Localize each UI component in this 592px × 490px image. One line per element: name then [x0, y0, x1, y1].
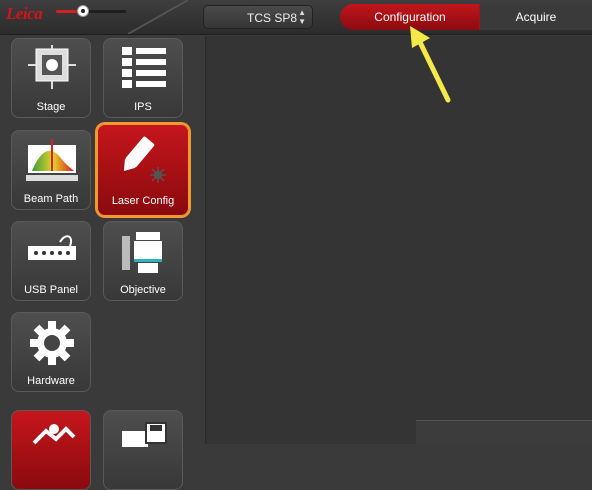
main-panel [205, 36, 592, 444]
save-disk-icon [122, 422, 167, 447]
tile-objective[interactable]: Objective [103, 221, 183, 301]
tile-label: Objective [120, 284, 166, 296]
tile-stage[interactable]: Stage [11, 38, 91, 118]
top-bar: Leica TCS SP8 ▲ ▼ Configuration Acquire [0, 0, 592, 35]
tile-hardware[interactable]: Hardware [11, 312, 91, 392]
partial-tool-icon [32, 424, 76, 445]
tile-partial-save[interactable] [103, 410, 183, 490]
system-select[interactable]: TCS SP8 ▲ ▼ [203, 5, 313, 29]
gear-icon [30, 321, 74, 365]
tile-label: USB Panel [24, 284, 78, 296]
tile-ips[interactable]: IPS [103, 38, 183, 118]
up-down-arrows-icon: ▲ ▼ [298, 8, 306, 26]
zoom-slider[interactable] [56, 10, 126, 13]
tile-laser-config[interactable]: Laser Config [97, 124, 189, 216]
objective-icon [122, 232, 162, 273]
tile-label: Hardware [27, 375, 75, 387]
acquire-tab[interactable]: Acquire [480, 4, 592, 30]
tile-partial-red[interactable] [11, 410, 91, 490]
stage-icon [28, 45, 76, 89]
system-select-value: TCS SP8 [247, 11, 298, 25]
tile-label: Stage [36, 101, 66, 113]
leica-logo: Leica [6, 4, 43, 23]
tile-label: Beam Path [23, 193, 79, 205]
tile-beam-path[interactable]: Beam Path [11, 130, 91, 210]
tile-label: Laser Config [111, 195, 175, 207]
usb-panel-icon [28, 235, 76, 260]
zoom-slider-thumb[interactable] [77, 5, 89, 17]
tile-usb-panel[interactable]: USB Panel [11, 221, 91, 301]
laser-config-icon [123, 136, 166, 183]
ips-list-icon [122, 47, 166, 88]
annotation-arrow-icon [410, 26, 451, 103]
header-divider [128, 0, 188, 34]
bottom-mini-panel [416, 420, 592, 445]
beam-path-icon [26, 139, 78, 181]
tile-label: IPS [134, 101, 152, 113]
